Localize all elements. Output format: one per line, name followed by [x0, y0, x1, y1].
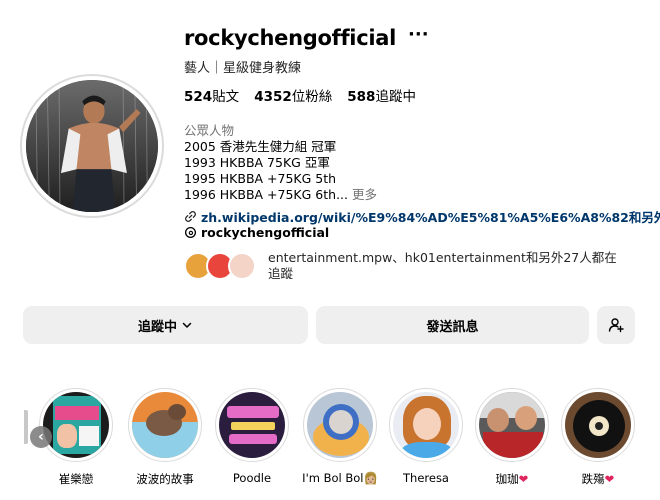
highlight-cover — [219, 392, 285, 458]
following-number: 588 — [347, 89, 376, 105]
followers-count[interactable]: 4352位粉絲 — [254, 85, 332, 105]
threads-link[interactable]: rockychengofficial — [184, 225, 329, 240]
story-highlights: 崔樂戀 波波的故事 Poodle I'm Bol Bol👩🏼 Theresa 珈… — [0, 388, 660, 500]
bio-text: 2005 香港先生健力組 冠軍 1993 HKBBA 75KG 亞軍 1995 … — [184, 139, 377, 203]
bio-category: 公眾人物 — [184, 123, 235, 138]
posts-label: 貼文 — [212, 89, 240, 105]
following-label: 追蹤中 — [375, 89, 416, 105]
more-options-icon[interactable]: ··· — [408, 26, 429, 50]
highlight-label: 珈珈❤ — [468, 471, 556, 487]
highlight-label: Theresa — [403, 471, 449, 485]
following-count[interactable]: 588追蹤中 — [347, 85, 416, 105]
highlight-label: 崔樂戀 — [58, 472, 94, 486]
highlight-item[interactable]: Poodle — [208, 388, 296, 485]
highlight-cover-ring — [389, 388, 463, 462]
chevron-left-icon[interactable]: ‹ — [30, 426, 52, 448]
highlight-item[interactable]: 跌殤❤ — [554, 388, 642, 487]
profile-photo — [26, 80, 158, 212]
followed-by-avatars — [184, 250, 264, 280]
external-link-text[interactable]: zh.wikipedia.org/wiki/%E9%84%AD%E5%81%A5… — [201, 207, 660, 226]
highlight-cover — [565, 392, 631, 458]
highlight-cover-ring — [561, 388, 635, 462]
highlight-cover-ring — [215, 388, 289, 462]
highlight-cover-ring — [39, 388, 113, 462]
followers-number: 4352 — [254, 89, 292, 105]
highlight-label-text: 珈珈 — [495, 472, 519, 486]
highlight-item[interactable]: I'm Bol Bol👩🏼 — [296, 388, 384, 485]
highlight-cover — [307, 392, 373, 458]
highlight-cover — [132, 392, 198, 458]
followed-by[interactable]: entertainment.mpw、hk01entertainment和另外27… — [184, 250, 628, 282]
highlight-label: I'm Bol Bol👩🏼 — [302, 471, 378, 485]
threads-icon — [184, 226, 197, 239]
highlight-label: 波波的故事 — [136, 472, 194, 486]
following-button-label: 追蹤中 — [137, 319, 177, 335]
followers-label: 位粉絲 — [291, 89, 333, 105]
highlight-item[interactable]: 珈珈❤ — [468, 388, 556, 487]
threads-handle[interactable]: rockychengofficial — [201, 225, 329, 240]
add-user-icon — [608, 318, 624, 333]
highlight-cover-ring — [475, 388, 549, 462]
link-icon — [185, 211, 196, 222]
bio-line: 2005 香港先生健力組 冠軍 — [184, 139, 337, 154]
bio-line: 1995 HKBBA +75KG 5th — [184, 171, 337, 186]
posts-number: 524 — [184, 89, 213, 105]
bio-more-link[interactable]: 更多 — [352, 187, 377, 202]
highlight-cover — [393, 392, 459, 458]
following-button[interactable]: 追蹤中 — [23, 306, 308, 344]
profile-category: 藝人｜星級健身教練 — [184, 61, 302, 76]
bio-line: 1996 HKBBA +75KG 6th... — [184, 187, 348, 202]
suggested-users-button[interactable] — [597, 306, 635, 344]
highlight-cover-ring — [128, 388, 202, 462]
highlight-item[interactable]: 波波的故事 — [121, 388, 209, 487]
profile-avatar-ring[interactable] — [20, 74, 164, 218]
highlight-cover-ring — [303, 388, 377, 462]
highlight-cover — [43, 392, 109, 458]
bio-line: 1993 HKBBA 75KG 亞軍 — [184, 155, 330, 170]
send-message-label: 發送訊息 — [426, 319, 479, 335]
profile-stats: 524貼文 4352位粉絲 588追蹤中 — [184, 85, 416, 105]
heart-icon: ❤ — [604, 472, 615, 486]
highlight-label-text: 跌殤 — [581, 472, 605, 486]
username: rockychengofficial — [184, 26, 397, 50]
follower-avatar — [228, 252, 256, 280]
username-row: rockychengofficial ··· — [184, 26, 429, 51]
external-link[interactable]: zh.wikipedia.org/wiki/%E9%84%AD%E5%81%A5… — [184, 207, 660, 226]
highlight-label: Poodle — [232, 471, 272, 485]
posts-count[interactable]: 524貼文 — [184, 85, 239, 105]
highlight-cover — [479, 392, 545, 458]
chevron-down-icon — [182, 322, 192, 328]
followed-by-text: entertainment.mpw、hk01entertainment和另外27… — [268, 250, 617, 281]
highlight-label: 跌殤❤ — [554, 471, 642, 487]
send-message-button[interactable]: 發送訊息 — [316, 306, 589, 344]
highlight-item[interactable]: Theresa — [382, 388, 470, 485]
bio-line-last: 1996 HKBBA +75KG 6th... 更多 — [184, 187, 377, 203]
heart-icon: ❤ — [518, 472, 529, 486]
profile-avatar — [26, 80, 158, 212]
scroll-indicator — [24, 410, 28, 444]
